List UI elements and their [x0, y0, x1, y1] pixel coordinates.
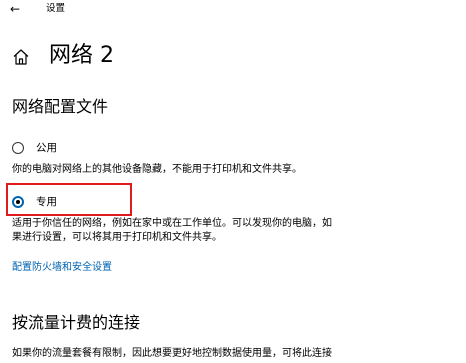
firewall-settings-link[interactable]: 配置防火墙和安全设置 — [12, 261, 112, 275]
home-icon — [13, 49, 29, 65]
title-bar: ← 设置 — [0, 0, 466, 20]
public-description: 你的电脑对网络上的其他设备隐藏，不能用于打印机和文件共享。 — [12, 164, 302, 175]
highlight-annotation — [6, 183, 132, 216]
page-title: 网络 2 — [49, 43, 114, 68]
back-button[interactable]: ← — [6, 1, 24, 17]
network-profile-heading: 网络配置文件 — [12, 97, 109, 116]
metered-connection-heading: 按流量计费的连接 — [12, 313, 141, 332]
private-description: 适用于你信任的网络，例如在家中或在工作单位。可以发现你的电脑，如 果进行设置，可… — [12, 218, 332, 243]
radio-public-circle[interactable] — [12, 142, 24, 154]
window-title: 设置 — [46, 3, 66, 14]
radio-public-label: 公用 — [36, 142, 57, 154]
metered-description: 如果你的流量套餐有限制，因此想要更好地控制数据使用量，可将此连接 — [12, 348, 332, 359]
